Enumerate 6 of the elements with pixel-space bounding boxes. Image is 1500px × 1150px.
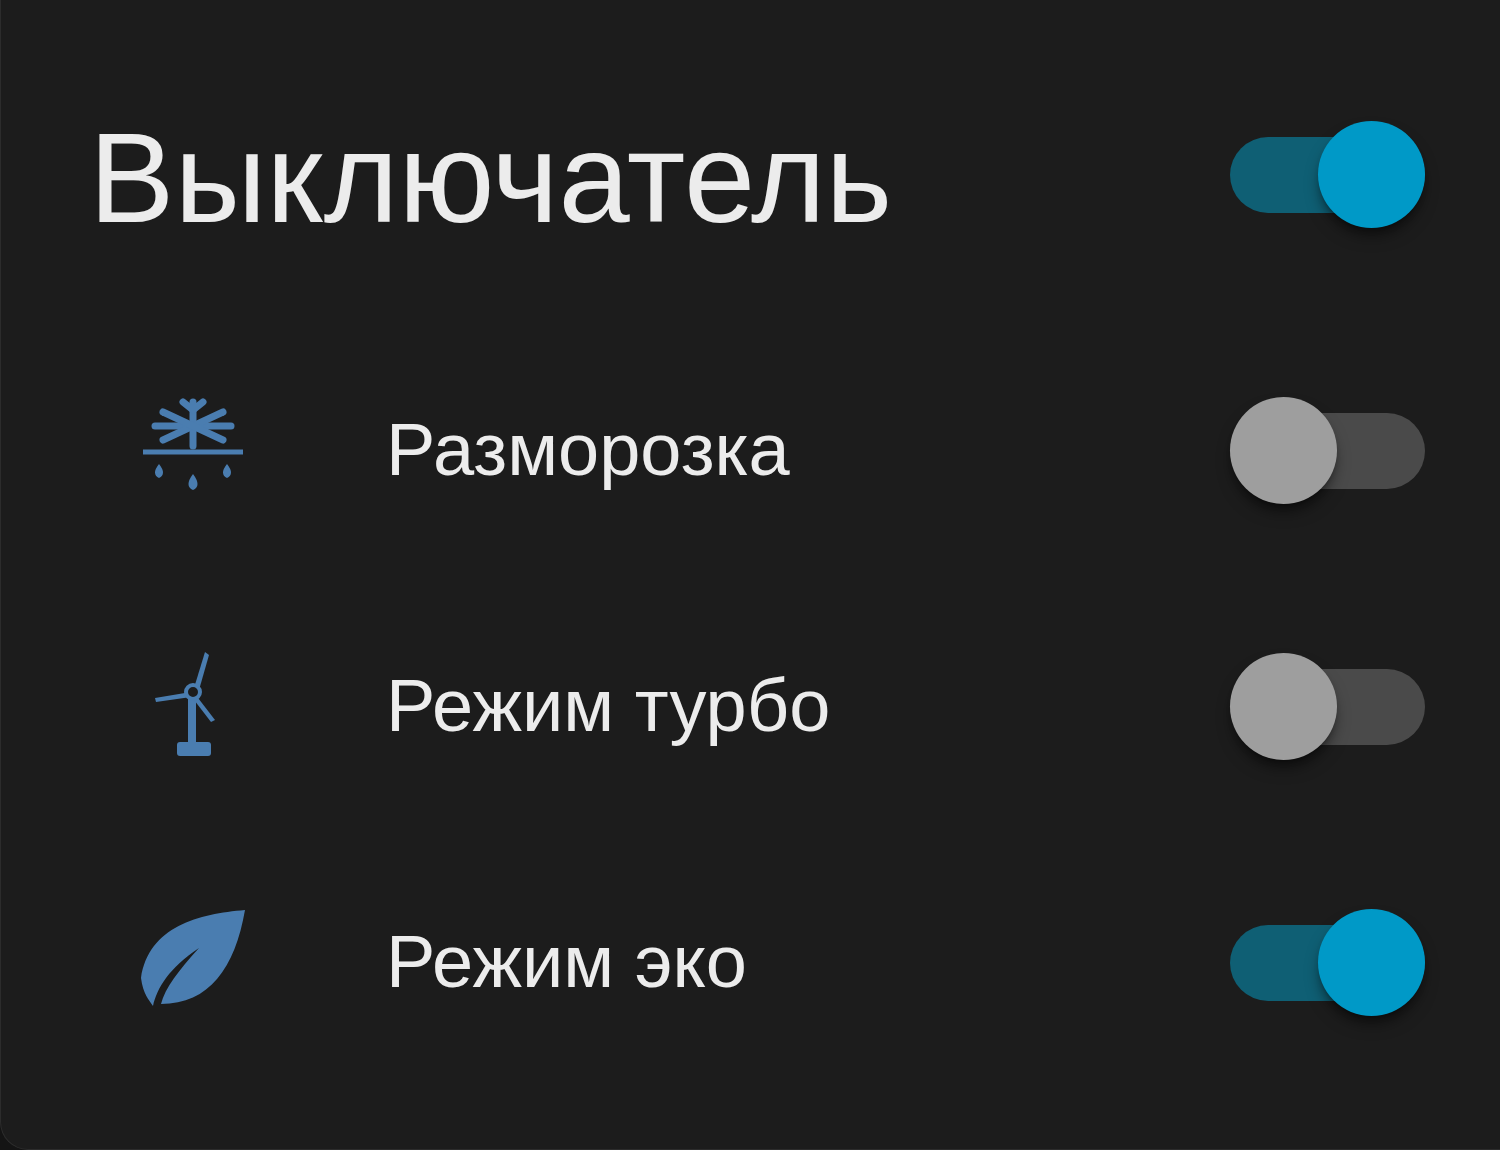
row-label: Режим эко [386, 925, 748, 999]
toggle-switch[interactable] [1230, 396, 1425, 504]
toggle-switch[interactable] [1230, 652, 1425, 760]
toggle-switch[interactable] [1230, 908, 1425, 1016]
card-title: Выключатель [89, 114, 893, 242]
toggle-switch[interactable] [1230, 121, 1425, 228]
